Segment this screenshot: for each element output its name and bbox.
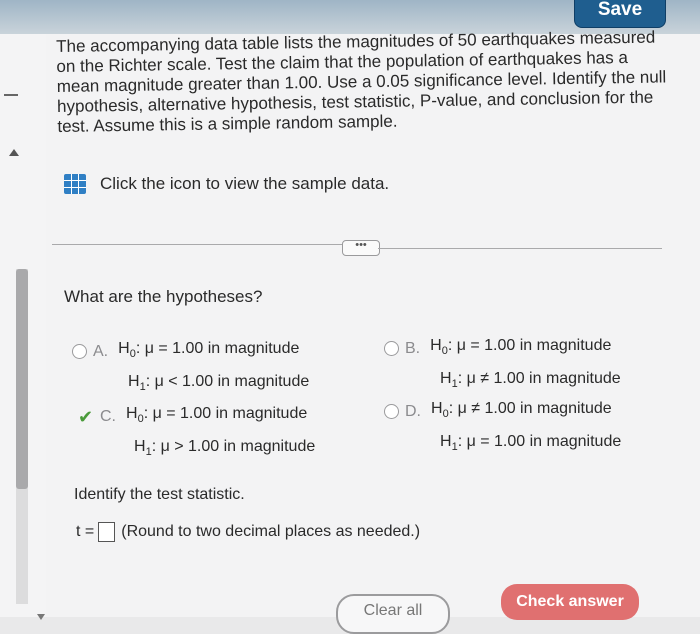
test-statistic-input[interactable] bbox=[98, 522, 116, 542]
choice-d[interactable]: D. H0: μ ≠ 1.00 in magnitude H1: μ = 1.0… bbox=[384, 395, 621, 461]
radio-choice-d[interactable] bbox=[384, 404, 399, 420]
check-answer-button[interactable]: Check answer bbox=[501, 584, 639, 620]
choice-a[interactable]: A. H0: μ = 1.00 in magnitude H1: μ < 1.0… bbox=[72, 335, 309, 401]
t-label: t = bbox=[76, 523, 95, 540]
radio-choice-b[interactable] bbox=[384, 341, 399, 357]
choice-b[interactable]: B. H0: μ = 1.00 in magnitude H1: μ ≠ 1.0… bbox=[384, 332, 621, 398]
collapse-arrow-icon[interactable] bbox=[9, 149, 19, 156]
null-hypothesis: H0: μ = 1.00 in magnitude bbox=[118, 340, 300, 361]
hypotheses-question: What are the hypotheses? bbox=[64, 287, 263, 306]
null-hypothesis: H0: μ = 1.00 in magnitude bbox=[430, 337, 612, 358]
left-rail bbox=[0, 34, 47, 620]
checkmark-icon: ✔ bbox=[78, 406, 94, 427]
alt-hypothesis: H1: μ > 1.00 in magnitude bbox=[134, 438, 316, 459]
null-hypothesis: H0: μ ≠ 1.00 in magnitude bbox=[431, 400, 612, 421]
radio-choice-a[interactable] bbox=[72, 344, 87, 360]
divider bbox=[378, 248, 662, 249]
scroll-down-icon[interactable] bbox=[37, 614, 45, 620]
alt-hypothesis: H1: μ ≠ 1.00 in magnitude bbox=[440, 370, 621, 391]
rounding-hint: (Round to two decimal places as needed.) bbox=[121, 523, 421, 540]
test-statistic-prompt: Identify the test statistic. bbox=[74, 486, 245, 503]
choice-letter: B. bbox=[405, 340, 421, 358]
null-hypothesis: H0: μ = 1.00 in magnitude bbox=[126, 405, 308, 426]
alt-hypothesis: H1: μ < 1.00 in magnitude bbox=[128, 373, 310, 394]
choice-letter: A. bbox=[93, 343, 109, 361]
save-button[interactable]: Save bbox=[574, 0, 666, 28]
scrollbar-thumb[interactable] bbox=[16, 269, 28, 489]
question-panel: The accompanying data table lists the ma… bbox=[46, 28, 700, 634]
table-grid-icon[interactable] bbox=[64, 174, 86, 194]
expand-more-button[interactable]: ••• bbox=[342, 240, 380, 256]
clear-all-button[interactable]: Clear all bbox=[336, 594, 450, 634]
alt-hypothesis: H1: μ = 1.00 in magnitude bbox=[440, 433, 622, 454]
problem-text: The accompanying data table lists the ma… bbox=[56, 27, 667, 136]
choice-letter: C. bbox=[100, 408, 116, 426]
choice-c[interactable]: ✔ C. H0: μ = 1.00 in magnitude H1: μ > 1… bbox=[78, 400, 315, 466]
view-data-link[interactable]: Click the icon to view the sample data. bbox=[64, 174, 389, 194]
test-statistic-answer: t = (Round to two decimal places as need… bbox=[76, 522, 420, 542]
divider bbox=[52, 244, 342, 245]
choice-letter: D. bbox=[405, 403, 421, 421]
view-data-label: Click the icon to view the sample data. bbox=[100, 174, 390, 193]
dash-icon bbox=[4, 94, 18, 96]
